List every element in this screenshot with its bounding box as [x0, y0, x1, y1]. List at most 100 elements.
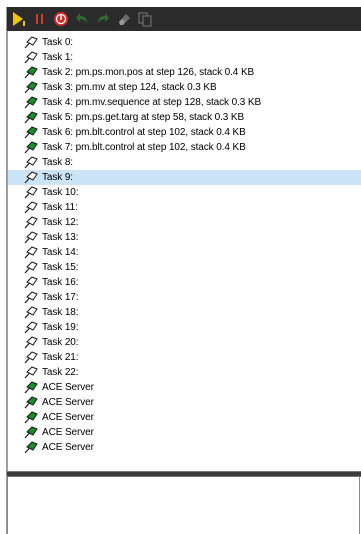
task-label: ACE Server	[42, 427, 94, 438]
task-label: Task 2: pm.ps.mon.pos at step 126, stack…	[42, 67, 255, 78]
running-flag-icon	[24, 81, 38, 94]
run-step-icon	[13, 12, 25, 26]
task-label: Task 18:	[42, 307, 79, 318]
task-label: ACE Server	[42, 382, 94, 393]
task-row[interactable]: Task 17:	[8, 290, 361, 305]
undo-icon	[76, 13, 87, 23]
task-row[interactable]: Task 12:	[8, 215, 361, 230]
task-label: Task 11:	[42, 202, 78, 213]
task-row[interactable]: Task 16:	[8, 275, 361, 290]
task-row[interactable]: ACE Server	[8, 410, 361, 425]
running-flag-icon	[24, 66, 38, 79]
idle-flag-icon	[24, 291, 38, 304]
task-label: Task 22:	[42, 367, 79, 378]
abort-icon	[54, 12, 68, 26]
idle-flag-icon	[24, 36, 38, 49]
idle-flag-icon	[24, 201, 38, 214]
task-row[interactable]: Task 21:	[8, 350, 361, 365]
task-label: ACE Server	[42, 442, 94, 453]
task-row[interactable]: Task 19:	[8, 320, 361, 335]
idle-flag-icon	[24, 366, 38, 379]
task-row[interactable]: ACE Server	[8, 395, 361, 410]
task-label: Task 5: pm.ps.get.targ at step 58, stack…	[42, 112, 245, 123]
task-label: Task 12:	[42, 217, 79, 228]
task-label: Task 10:	[42, 187, 79, 198]
running-flag-icon	[24, 426, 38, 439]
idle-flag-icon	[24, 306, 38, 319]
idle-flag-icon	[24, 246, 38, 259]
copy-button[interactable]	[136, 10, 154, 28]
idle-flag-icon	[24, 351, 38, 364]
task-label: Task 9:	[42, 172, 73, 183]
task-label: Task 15:	[42, 262, 79, 273]
running-flag-icon	[24, 396, 38, 409]
task-row[interactable]: Task 13:	[8, 230, 361, 245]
task-label: Task 14:	[42, 247, 79, 258]
task-row[interactable]: Task 10:	[8, 185, 361, 200]
toolbar	[7, 7, 361, 31]
idle-flag-icon	[24, 51, 38, 64]
redo-button[interactable]	[94, 10, 112, 28]
idle-flag-icon	[24, 171, 38, 184]
task-tree[interactable]: Task 0: Task 1: Task 2: pm.ps.mon.pos at s…	[7, 31, 361, 471]
task-row[interactable]: Task 4: pm.mv.sequence at step 128, stac…	[8, 95, 361, 110]
running-flag-icon	[24, 381, 38, 394]
eraser-button[interactable]	[115, 10, 133, 28]
copy-icon	[138, 12, 152, 27]
running-flag-icon	[24, 96, 38, 109]
idle-flag-icon	[24, 216, 38, 229]
task-row[interactable]: Task 22:	[8, 365, 361, 380]
task-label: Task 19:	[42, 322, 79, 333]
abort-button[interactable]	[52, 10, 70, 28]
running-flag-icon	[24, 126, 38, 139]
task-label: Task 4: pm.mv.sequence at step 128, stac…	[42, 97, 262, 108]
task-row[interactable]: Task 8:	[8, 155, 361, 170]
idle-flag-icon	[24, 156, 38, 169]
idle-flag-icon	[24, 186, 38, 199]
idle-flag-icon	[24, 336, 38, 349]
task-row[interactable]: ACE Server	[8, 380, 361, 395]
task-row[interactable]: Task 18:	[8, 305, 361, 320]
task-label: Task 6: pm.blt.control at step 102, stac…	[42, 127, 246, 138]
task-label: Task 20:	[42, 337, 79, 348]
task-label: ACE Server	[42, 397, 94, 408]
redo-icon	[98, 13, 109, 23]
running-flag-icon	[24, 441, 38, 454]
task-row[interactable]: Task 0:	[8, 35, 361, 50]
idle-flag-icon	[24, 276, 38, 289]
task-label: Task 7: pm.blt.control at step 102, stac…	[42, 142, 246, 153]
running-flag-icon	[24, 111, 38, 124]
task-row[interactable]: Task 3: pm.mv at step 124, stack 0.3 KB	[8, 80, 361, 95]
task-label: Task 13:	[42, 232, 79, 243]
task-row[interactable]: ACE Server	[8, 425, 361, 440]
task-row[interactable]: Task 1:	[8, 50, 361, 65]
task-row[interactable]: Task 11:	[8, 200, 361, 215]
task-label: Task 17:	[42, 292, 79, 303]
task-row[interactable]: Task 20:	[8, 335, 361, 350]
task-row[interactable]: Task 6: pm.blt.control at step 102, stac…	[8, 125, 361, 140]
task-label: Task 0:	[42, 37, 73, 48]
undo-button[interactable]	[73, 10, 91, 28]
task-row[interactable]: Task 15:	[8, 260, 361, 275]
task-row[interactable]: ACE Server	[8, 440, 361, 455]
task-label: ACE Server	[42, 412, 94, 423]
task-label: Task 3: pm.mv at step 124, stack 0.3 KB	[42, 82, 217, 93]
idle-flag-icon	[24, 261, 38, 274]
task-label: Task 21:	[42, 352, 79, 363]
run-step-button[interactable]	[10, 10, 28, 28]
task-row[interactable]: Task 14:	[8, 245, 361, 260]
task-label: Task 16:	[42, 277, 79, 288]
output-pane[interactable]	[7, 477, 360, 534]
task-label: Task 1:	[42, 52, 73, 63]
task-row[interactable]: Task 5: pm.ps.get.targ at step 58, stack…	[8, 110, 361, 125]
running-flag-icon	[24, 411, 38, 424]
task-row[interactable]: Task 7: pm.blt.control at step 102, stac…	[8, 140, 361, 155]
eraser-icon	[119, 14, 130, 25]
task-label: Task 8:	[42, 157, 73, 168]
task-manager-panel: Task 0: Task 1: Task 2: pm.ps.mon.pos at s…	[0, 0, 361, 534]
running-flag-icon	[24, 141, 38, 154]
task-row[interactable]: Task 2: pm.ps.mon.pos at step 126, stack…	[8, 65, 361, 80]
idle-flag-icon	[24, 321, 38, 334]
pause-button[interactable]	[31, 10, 49, 28]
task-row[interactable]: Task 9:	[8, 170, 361, 185]
